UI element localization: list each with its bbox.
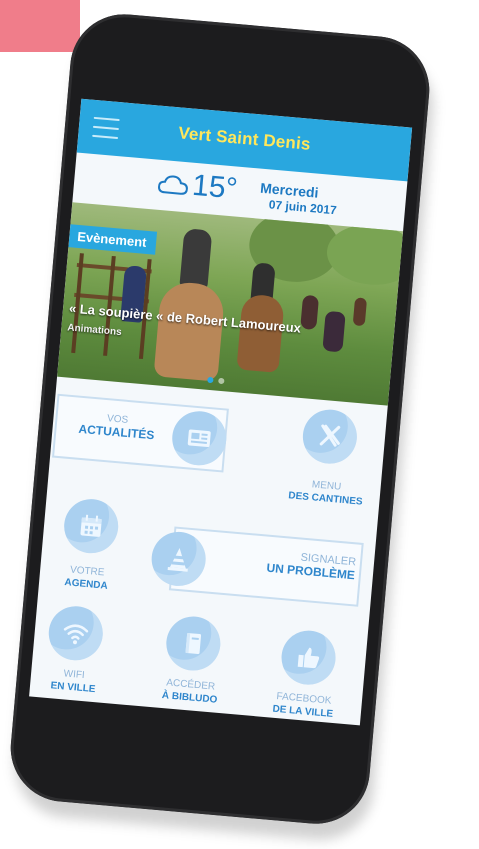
menu-tiles: VOS ACTUALITÉS MENU DES CANTINES VOTRE A…	[29, 378, 388, 726]
tile-wifi[interactable]: WIFI EN VILLE	[29, 603, 127, 701]
wifi-icon	[46, 603, 106, 663]
event-badge: Evènement	[68, 224, 158, 255]
traffic-cone-icon	[149, 529, 208, 589]
carousel-dots	[207, 376, 225, 385]
weather-date: 07 juin 2017	[268, 197, 338, 218]
cutlery-icon	[300, 407, 360, 466]
thumbs-up-icon	[279, 628, 338, 687]
tile-actualites[interactable]: VOS ACTUALITÉS	[52, 393, 229, 473]
tile-agenda[interactable]: VOTRE AGENDA	[39, 495, 138, 612]
stage: Vert Saint Denis 15° Mercredi 07 juin 20…	[0, 0, 479, 849]
app-screen: Vert Saint Denis 15° Mercredi 07 juin 20…	[29, 98, 413, 726]
book-icon	[164, 614, 223, 673]
event-carousel[interactable]: Evènement « La soupière « de Robert Lamo…	[57, 202, 404, 406]
calendar-icon	[61, 496, 121, 556]
app-title: Vert Saint Denis	[177, 123, 312, 154]
temperature: 15°	[190, 168, 239, 206]
news-icon	[169, 409, 229, 468]
carousel-dot-2[interactable]	[218, 377, 225, 385]
tile-bibliudo[interactable]: ACCÉDER À BIBLUDO	[139, 612, 246, 710]
carousel-dot-1[interactable]	[207, 376, 214, 384]
tile-signaler[interactable]: SIGNALER UN PROBLÈME	[149, 526, 364, 607]
tile-facebook[interactable]: FACEBOOK DE LA VILLE	[250, 626, 361, 725]
cloud-icon	[158, 175, 188, 195]
phone-frame: Vert Saint Denis 15° Mercredi 07 juin 20…	[6, 9, 434, 829]
tile-cantines[interactable]: MENU DES CANTINES	[274, 405, 383, 523]
pink-decor-block	[0, 0, 80, 52]
